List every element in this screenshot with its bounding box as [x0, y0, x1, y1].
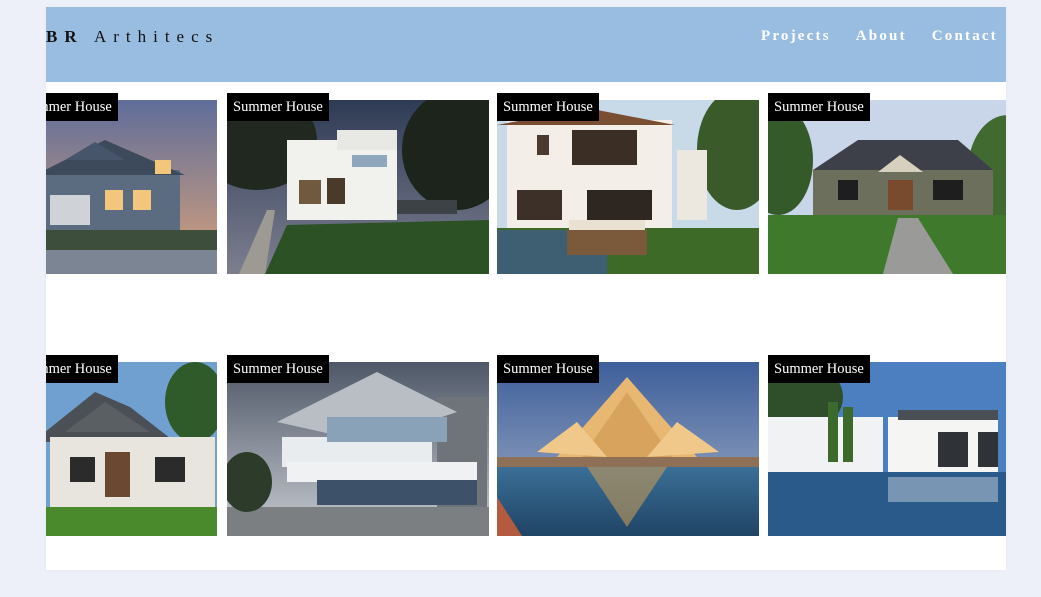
project-tile[interactable]	[497, 362, 759, 536]
house-photo	[497, 100, 759, 274]
nav-about[interactable]: About	[856, 28, 907, 45]
house-photo	[768, 100, 1006, 274]
house-photo	[227, 362, 489, 536]
tile-label: Summer House	[497, 93, 599, 121]
house-photo	[46, 362, 217, 536]
house-photo	[227, 100, 489, 274]
project-tile[interactable]	[227, 100, 489, 274]
site-header: BR Arthitecs Projects About Contact	[46, 7, 1006, 82]
tile-label: Summer House	[497, 355, 599, 383]
project-tile[interactable]	[46, 100, 217, 274]
project-tile[interactable]	[768, 100, 1006, 274]
house-photo	[768, 362, 1006, 536]
tile-label: Summer House	[768, 355, 870, 383]
logo-name: Arthitecs	[93, 27, 220, 46]
site-logo[interactable]: BR Arthitecs	[46, 27, 219, 47]
project-tile[interactable]	[768, 362, 1006, 536]
tile-label: Summer House	[227, 93, 329, 121]
project-tile[interactable]	[227, 362, 489, 536]
project-tile[interactable]	[497, 100, 759, 274]
tile-label: Summer House	[46, 355, 118, 383]
page: BR Arthitecs Projects About Contact Summ…	[46, 7, 1006, 570]
project-tile[interactable]	[46, 362, 217, 536]
main-nav: Projects About Contact	[736, 28, 998, 45]
tile-label: Summer House	[46, 93, 118, 121]
building-photo	[497, 362, 759, 536]
logo-initials: BR	[46, 27, 84, 46]
nav-projects[interactable]: Projects	[761, 28, 831, 45]
house-photo	[46, 100, 217, 274]
nav-contact[interactable]: Contact	[932, 28, 998, 45]
tile-label: Summer House	[227, 355, 329, 383]
tile-label: Summer House	[768, 93, 870, 121]
